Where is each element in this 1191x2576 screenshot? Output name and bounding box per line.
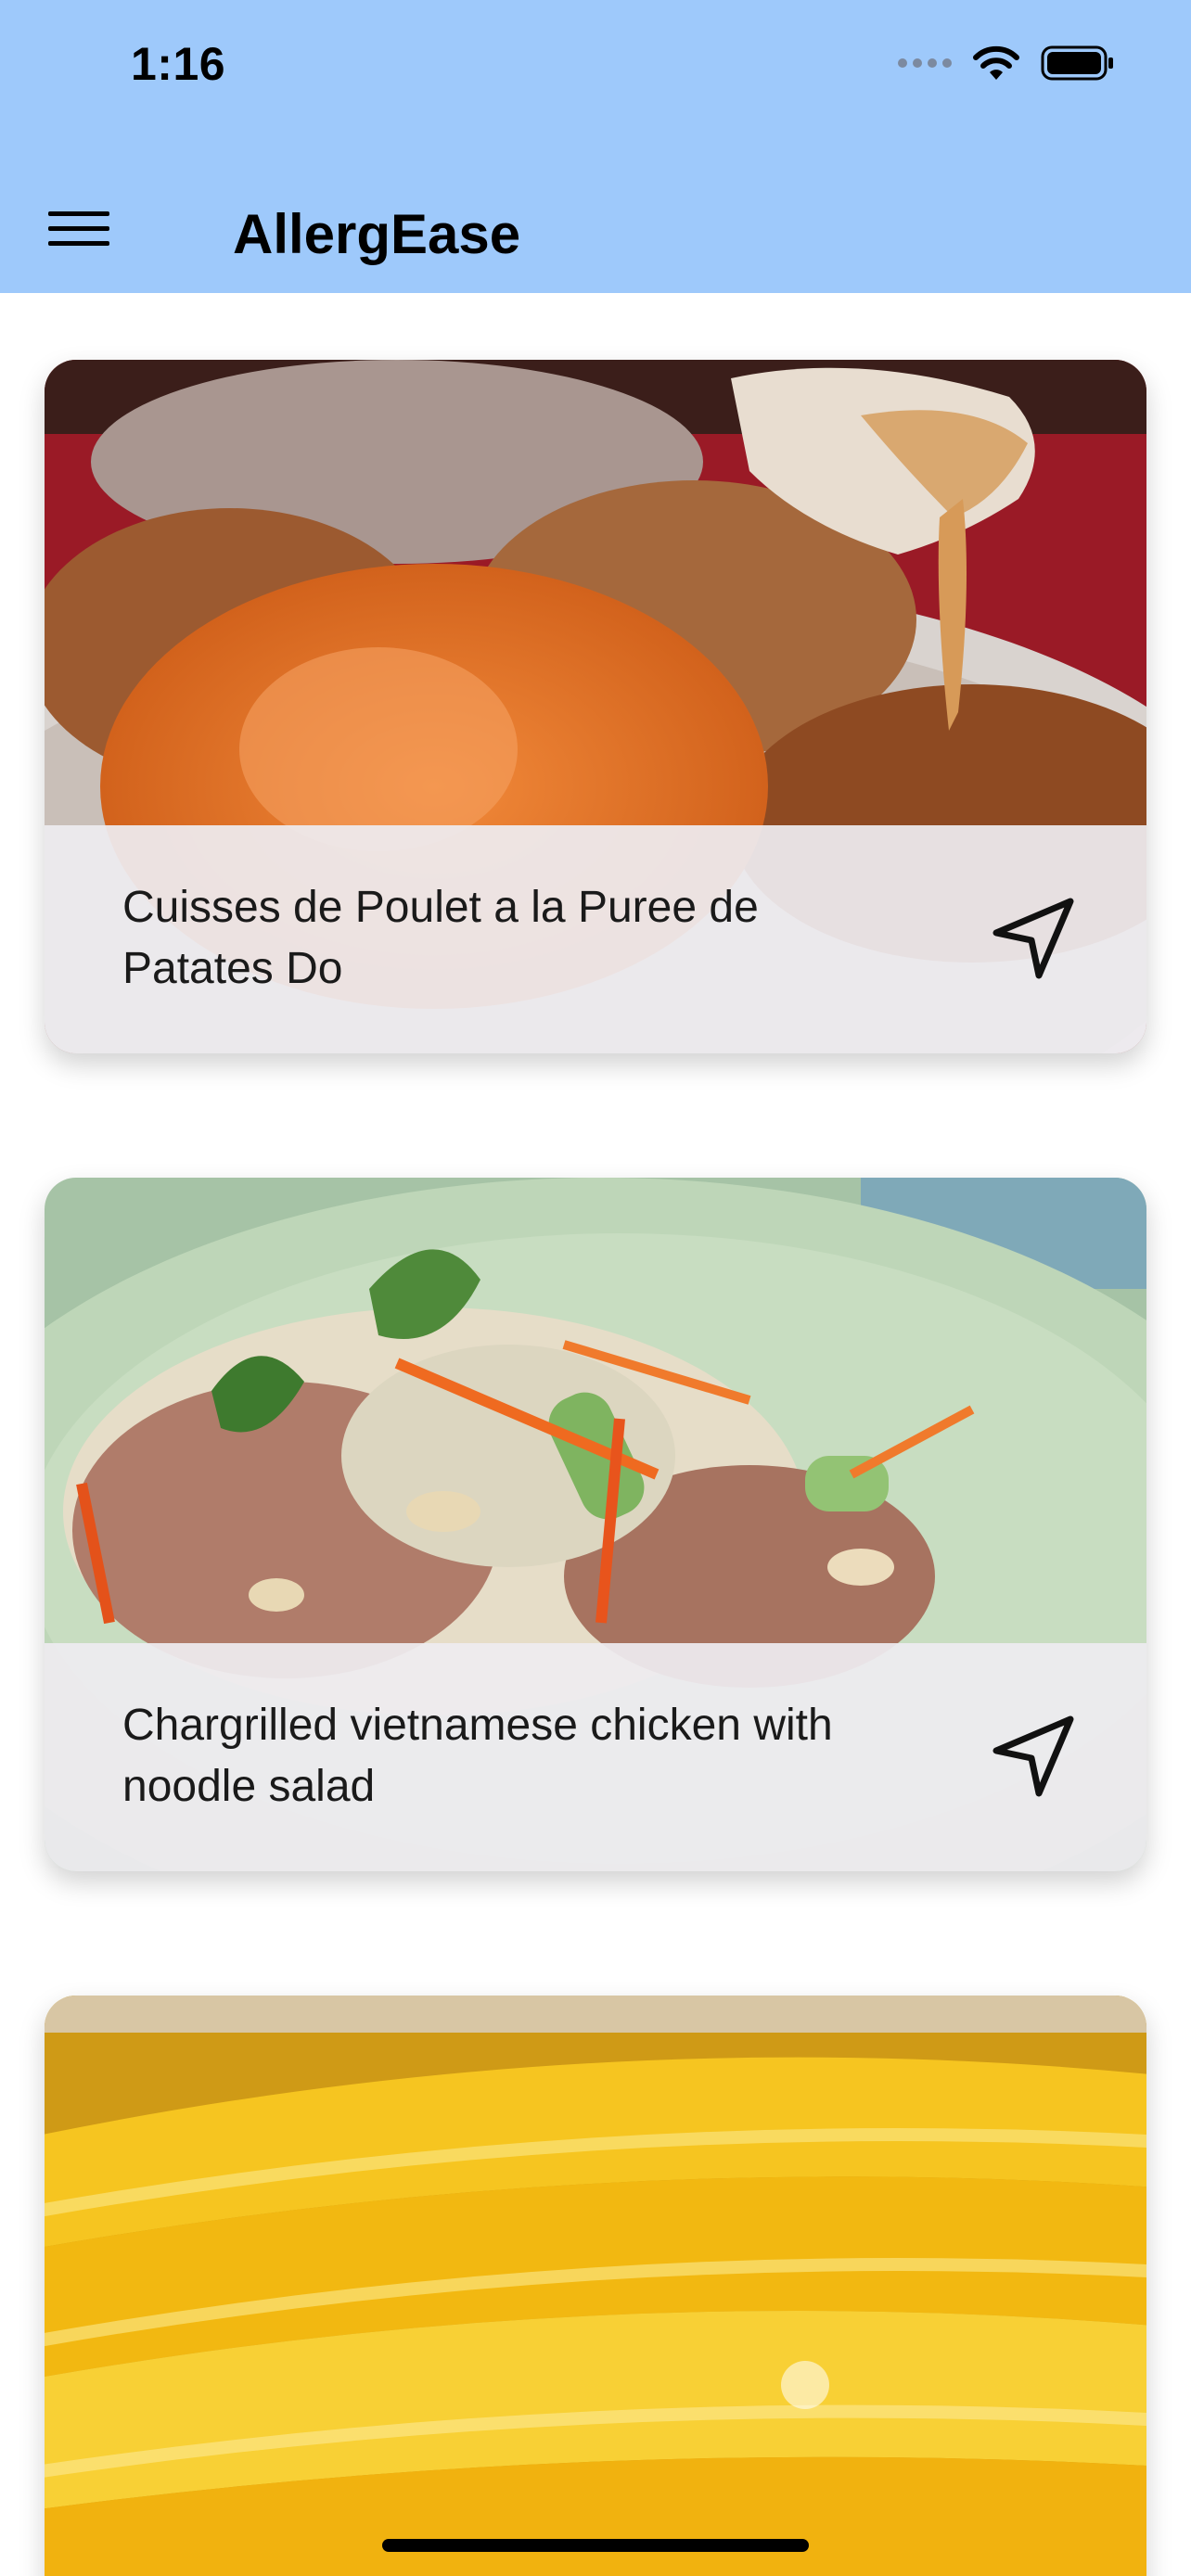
recipe-card[interactable]: Chargrilled vietnamese chicken with nood… bbox=[45, 1178, 1146, 1871]
hamburger-menu-icon[interactable] bbox=[48, 195, 115, 261]
recipe-card[interactable]: Cuisses de Poulet a la Puree de Patates … bbox=[45, 360, 1146, 1053]
recipe-title: Cuisses de Poulet a la Puree de Patates … bbox=[122, 883, 759, 993]
navigation-arrow-icon[interactable] bbox=[985, 890, 1082, 987]
status-icons bbox=[898, 45, 1115, 82]
app-bar: AllergEase bbox=[0, 165, 1191, 293]
wifi-icon bbox=[973, 45, 1019, 80]
header: 1:16 AllergEase bbox=[0, 0, 1191, 293]
card-footer: Cuisses de Poulet a la Puree de Patates … bbox=[45, 825, 1146, 1053]
signal-dots-icon bbox=[898, 58, 952, 68]
recipe-card[interactable] bbox=[45, 1996, 1146, 2576]
app-title: AllergEase bbox=[233, 203, 521, 265]
battery-icon bbox=[1041, 45, 1113, 81]
card-footer: Chargrilled vietnamese chicken with nood… bbox=[45, 1643, 1146, 1871]
grilled-corn-photo bbox=[45, 1996, 1146, 2576]
status-time: 1:16 bbox=[131, 38, 226, 90]
home-indicator[interactable] bbox=[382, 2539, 809, 2552]
navigation-arrow-icon[interactable] bbox=[985, 1708, 1082, 1804]
recipe-feed[interactable]: Cuisses de Poulet a la Puree de Patates … bbox=[0, 293, 1191, 2576]
recipe-title: Chargrilled vietnamese chicken with nood… bbox=[122, 1701, 833, 1811]
